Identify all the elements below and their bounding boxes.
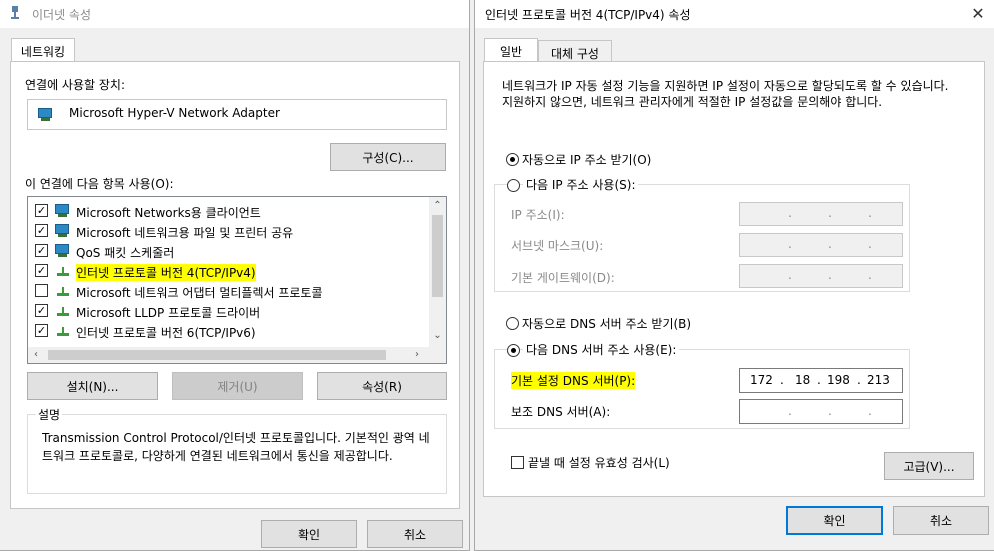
tab-networking[interactable]: 네트워킹: [11, 38, 75, 62]
list-item[interactable]: ✓ 인터넷 프로토콜 버전 6(TCP/IPv6): [28, 321, 426, 341]
subnet-field[interactable]: ...: [739, 233, 903, 257]
ipv4-titlebar: 인터넷 프로토콜 버전 4(TCP/IPv4) 속성 ✕: [475, 0, 994, 28]
dns-preferred-field[interactable]: 172 . 18 . 198 . 213: [739, 368, 903, 393]
dns-preferred-label: 기본 설정 DNS 서버(P):: [511, 372, 636, 389]
description-group: 설명 Transmission Control Protocol/인터넷 프로토…: [27, 406, 447, 494]
dns-octet-2: 18: [795, 373, 811, 387]
intro-text: 네트워크가 IP 자동 설정 기능을 지원하면 IP 설정이 자동으로 할당되도…: [502, 79, 949, 109]
ip-address-field[interactable]: ...: [739, 202, 903, 226]
ip-auto-radio[interactable]: [506, 153, 519, 166]
scroll-up-icon[interactable]: ⌃: [429, 199, 446, 213]
scroll-down-icon[interactable]: ⌄: [429, 329, 446, 343]
list-item-label: Microsoft 네트워크용 파일 및 프린터 공유: [76, 226, 294, 240]
list-item[interactable]: ✓ Microsoft LLDP 프로토콜 드라이버: [28, 301, 426, 321]
item-checkbox[interactable]: ✓: [35, 224, 48, 237]
dns-octet-4: 213: [867, 373, 890, 387]
ethernet-window-title: 이더넷 속성: [32, 8, 92, 22]
ip-group: 다음 IP 주소 사용(S): IP 주소(I): ... 서브넷 마스크(U)…: [494, 176, 910, 292]
dns-alternate-label: 보조 DNS 서버(A):: [511, 405, 611, 419]
list-item[interactable]: ✓ Microsoft Networks용 클라이언트: [28, 201, 426, 221]
properties-button[interactable]: 속성(R): [317, 372, 447, 400]
advanced-button[interactable]: 고급(V)...: [884, 452, 974, 480]
ethernet-titlebar: 이더넷 속성: [0, 0, 469, 28]
scroll-right-icon[interactable]: ›: [411, 348, 423, 362]
ip-address-label: IP 주소(I):: [511, 208, 565, 222]
dns-manual-label[interactable]: 다음 DNS 서버 주소 사용(E):: [523, 341, 680, 358]
scroll-left-icon[interactable]: ‹: [30, 348, 42, 362]
items-list-content: ✓ Microsoft Networks용 클라이언트 ✓ Microsoft …: [28, 201, 428, 351]
close-icon[interactable]: ✕: [967, 4, 989, 24]
item-checkbox[interactable]: ✓: [35, 304, 48, 317]
tab-general[interactable]: 일반: [484, 38, 538, 62]
configure-button[interactable]: 구성(C)...: [330, 143, 446, 171]
validate-label[interactable]: 끝낼 때 설정 유효성 검사(L): [528, 454, 670, 471]
protocol-icon: [55, 324, 71, 338]
ip-manual-label[interactable]: 다음 IP 주소 사용(S):: [523, 176, 639, 193]
ethernet-properties-window: 이더넷 속성 네트워킹 연결에 사용할 장치: Microsoft Hyper-…: [0, 0, 470, 551]
items-vscrollbar[interactable]: ⌃ ⌄: [429, 197, 446, 347]
ip-manual-radio[interactable]: [507, 179, 520, 192]
connect-using-label: 연결에 사용할 장치:: [25, 78, 125, 92]
uninstall-button[interactable]: 제거(U): [172, 372, 303, 400]
validate-checkbox[interactable]: [511, 456, 524, 469]
item-checkbox[interactable]: ✓: [35, 244, 48, 257]
dns-auto-label[interactable]: 자동으로 DNS 서버 주소 받기(B): [522, 315, 691, 332]
dns-auto-radio[interactable]: [506, 317, 519, 330]
dns-group: 다음 DNS 서버 주소 사용(E): 기본 설정 DNS 서버(P): 172…: [494, 341, 910, 429]
ipv4-properties-window: 인터넷 프로토콜 버전 4(TCP/IPv4) 속성 ✕ 일반 대체 구성 네트…: [474, 0, 994, 551]
left-ok-button[interactable]: 확인: [261, 520, 357, 548]
list-item[interactable]: ✓ 인터넷 프로토콜 버전 4(TCP/IPv4): [28, 261, 426, 281]
item-checkbox[interactable]: ✓: [35, 264, 48, 277]
adapter-name: Microsoft Hyper-V Network Adapter: [69, 106, 280, 120]
list-item[interactable]: ✓ Microsoft 네트워크용 파일 및 프린터 공유: [28, 221, 426, 241]
networking-tabpanel: 연결에 사용할 장치: Microsoft Hyper-V Network Ad…: [10, 61, 460, 509]
items-list[interactable]: ✓ Microsoft Networks용 클라이언트 ✓ Microsoft …: [27, 196, 447, 364]
item-checkbox[interactable]: [35, 284, 48, 297]
list-item-label: 인터넷 프로토콜 버전 6(TCP/IPv6): [76, 326, 256, 340]
items-label: 이 연결에 다음 항목 사용(O):: [25, 177, 174, 191]
network-service-icon: [55, 244, 71, 258]
network-service-icon: [55, 224, 71, 238]
dns-alternate-field[interactable]: ...: [739, 399, 903, 424]
right-ok-button[interactable]: 확인: [786, 506, 883, 535]
list-item-label: Microsoft LLDP 프로토콜 드라이버: [76, 306, 261, 320]
dns-octet-1: 172: [750, 373, 773, 387]
list-item[interactable]: ✓ QoS 패킷 스케줄러: [28, 241, 426, 261]
protocol-icon: [55, 304, 71, 318]
ethernet-window-icon: [10, 6, 20, 20]
dns-octet-3: 198: [827, 373, 850, 387]
hscroll-thumb[interactable]: [48, 350, 386, 360]
general-tabpanel: 네트워크가 IP 자동 설정 기능을 지원하면 IP 설정이 자동으로 할당되도…: [483, 61, 985, 497]
subnet-label: 서브넷 마스크(U):: [511, 239, 604, 253]
ipv4-window-title: 인터넷 프로토콜 버전 4(TCP/IPv4) 속성: [485, 8, 691, 22]
description-label: 설명: [36, 406, 63, 423]
gateway-label: 기본 게이트웨이(D):: [511, 271, 615, 285]
scroll-thumb[interactable]: [432, 215, 443, 297]
dns-manual-radio[interactable]: [507, 344, 520, 357]
list-item-label: QoS 패킷 스케줄러: [76, 246, 175, 260]
protocol-icon: [55, 264, 71, 278]
network-client-icon: [55, 204, 71, 218]
left-cancel-button[interactable]: 취소: [367, 520, 463, 548]
adapter-box: Microsoft Hyper-V Network Adapter: [27, 99, 447, 130]
list-item-label: Microsoft 네트워크 어댑터 멀티플렉서 프로토콜: [76, 286, 323, 300]
description-text: Transmission Control Protocol/인터넷 프로토콜입니…: [42, 431, 430, 463]
list-item-label: 인터넷 프로토콜 버전 4(TCP/IPv4): [76, 264, 256, 281]
ip-auto-label[interactable]: 자동으로 IP 주소 받기(O): [522, 151, 651, 168]
list-item[interactable]: Microsoft 네트워크 어댑터 멀티플렉서 프로토콜: [28, 281, 426, 301]
list-item-label: Microsoft Networks용 클라이언트: [76, 206, 261, 220]
item-checkbox[interactable]: ✓: [35, 204, 48, 217]
gateway-field[interactable]: ...: [739, 264, 903, 288]
tab-alternate-config[interactable]: 대체 구성: [538, 40, 612, 62]
right-cancel-button[interactable]: 취소: [893, 506, 989, 535]
item-checkbox[interactable]: ✓: [35, 324, 48, 337]
protocol-icon: [55, 284, 71, 298]
install-button[interactable]: 설치(N)...: [27, 372, 158, 400]
items-hscrollbar[interactable]: ‹ ›: [28, 347, 446, 363]
network-adapter-icon: [38, 108, 54, 122]
